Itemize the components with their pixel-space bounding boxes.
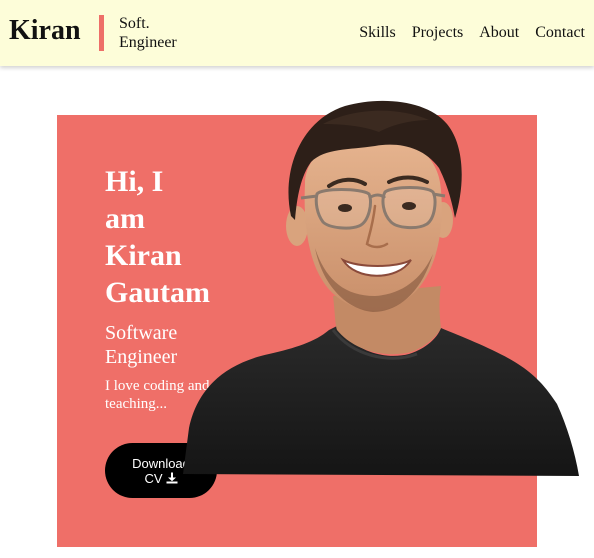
download-icon: [166, 472, 178, 484]
logo-divider: [99, 15, 104, 51]
nav-link-skills[interactable]: Skills: [359, 23, 395, 42]
main-nav: Skills Projects About Contact: [359, 23, 585, 42]
nav-link-contact[interactable]: Contact: [535, 23, 585, 42]
tagline-line-1: Soft.: [119, 15, 150, 32]
profile-photo: [183, 100, 579, 476]
tagline-line-2: Engineer: [119, 34, 177, 51]
nav-link-projects[interactable]: Projects: [412, 23, 464, 42]
site-header: Kiran Soft. Engineer Skills Projects Abo…: [0, 0, 594, 66]
download-button-label-line-2: CV: [144, 470, 163, 486]
site-tagline: Soft. Engineer: [119, 14, 177, 52]
nav-link-about[interactable]: About: [479, 23, 519, 42]
download-button-label-line-1: Download: [132, 455, 190, 471]
site-logo[interactable]: Kiran: [9, 14, 81, 48]
